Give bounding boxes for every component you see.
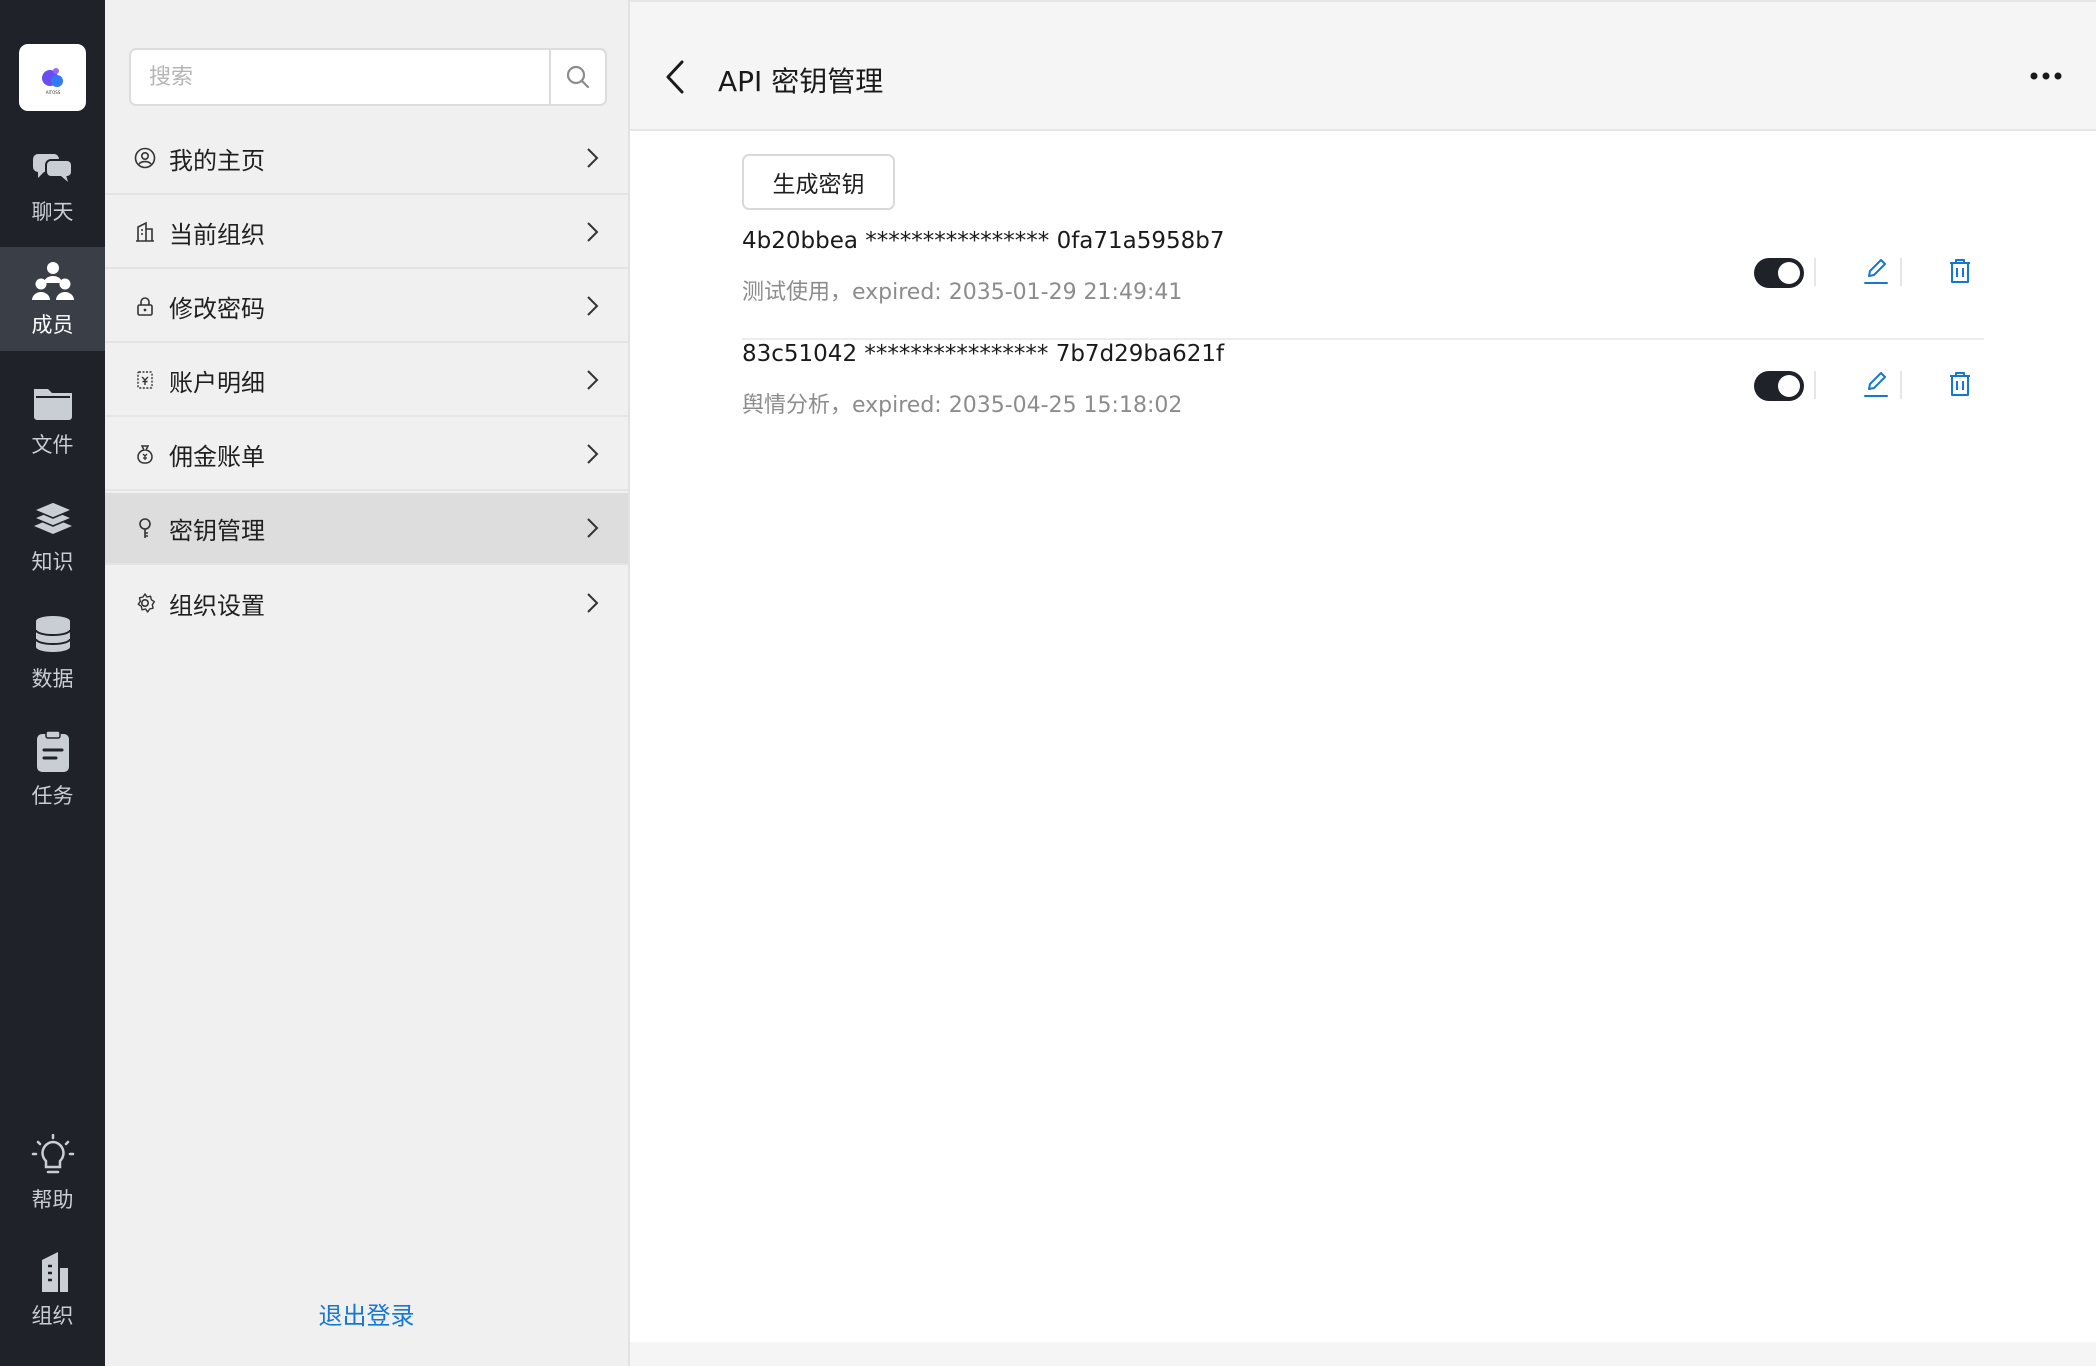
gear-icon — [133, 591, 157, 615]
lock-icon — [133, 294, 157, 318]
key-enabled-toggle[interactable] — [1754, 258, 1804, 288]
rail-item-help[interactable]: 帮助 — [0, 1122, 105, 1226]
api-key-row: 83c51042 **************** 7b7d29ba621f 舆… — [742, 341, 1984, 453]
members-icon — [31, 262, 74, 300]
rail-label-org: 组织 — [31, 1304, 74, 1328]
chevron-right-icon — [587, 222, 599, 242]
bottom-strip — [630, 1342, 2096, 1366]
menu-item-current-org[interactable]: 当前组织 — [105, 197, 628, 269]
task-icon — [36, 730, 69, 772]
toggle-knob — [1778, 375, 1800, 397]
divider — [1814, 371, 1816, 399]
money-bag-icon — [133, 442, 157, 466]
rail-item-chat[interactable]: 聊天 — [0, 134, 105, 238]
chat-icon — [32, 154, 73, 182]
divider — [1900, 258, 1902, 286]
chevron-right-icon — [587, 296, 599, 316]
menu-item-account-details[interactable]: 账户明细 — [105, 345, 628, 417]
rail-label-chat: 聊天 — [31, 200, 74, 224]
database-icon — [34, 616, 71, 652]
account-detail-icon — [133, 368, 157, 392]
generate-key-button[interactable]: 生成密钥 — [742, 154, 895, 210]
delete-icon — [1950, 372, 1970, 396]
logo-icon: AITOSS — [41, 67, 63, 95]
edit-icon — [1864, 372, 1888, 397]
page-header: API 密钥管理 — [630, 0, 2096, 131]
api-key-value: 4b20bbea **************** 0fa71a5958b7 — [742, 228, 1225, 254]
rail-label-knowledge: 知识 — [31, 550, 74, 574]
rail-label-data: 数据 — [31, 667, 74, 691]
folder-icon — [33, 389, 72, 420]
lightbulb-icon — [31, 1134, 74, 1174]
search-box — [129, 48, 607, 106]
rail-label-files: 文件 — [31, 433, 74, 457]
icon-rail: AITOSS 聊天 成员 文件 知识 数据 任务 帮助 组织 — [0, 0, 105, 1366]
rail-label-members: 成员 — [31, 313, 74, 337]
main-content: API 密钥管理 生成密钥 4b20bbea **************** … — [630, 0, 2096, 1366]
edit-icon — [1864, 259, 1888, 284]
settings-menu: 我的主页 当前组织 修改密码 账户明细 — [105, 0, 630, 1366]
delete-icon — [1950, 259, 1970, 283]
rail-item-data[interactable]: 数据 — [0, 601, 105, 705]
menu-item-label: 账户明细 — [169, 368, 265, 397]
key-enabled-toggle[interactable] — [1754, 371, 1804, 401]
delete-key-button[interactable] — [1943, 367, 1977, 401]
user-circle-icon — [133, 146, 157, 170]
delete-key-button[interactable] — [1943, 254, 1977, 288]
building-icon — [41, 1252, 68, 1292]
menu-item-key-management[interactable]: 密钥管理 — [105, 493, 628, 565]
building-outline-icon — [133, 220, 157, 244]
menu-item-label: 密钥管理 — [169, 516, 265, 545]
app-logo[interactable]: AITOSS — [19, 44, 86, 111]
menu-item-label: 当前组织 — [169, 220, 265, 249]
page-title: API 密钥管理 — [718, 65, 884, 98]
menu-item-org-settings[interactable]: 组织设置 — [105, 567, 628, 639]
rail-item-members[interactable]: 成员 — [0, 247, 105, 351]
rail-item-files[interactable]: 文件 — [0, 367, 105, 471]
chevron-right-icon — [587, 148, 599, 168]
toggle-knob — [1778, 262, 1800, 284]
api-key-description: 测试使用，expired: 2035-01-29 21:49:41 — [742, 280, 1183, 305]
rail-label-tasks: 任务 — [31, 784, 74, 808]
rail-item-tasks[interactable]: 任务 — [0, 718, 105, 822]
menu-item-label: 组织设置 — [169, 591, 265, 620]
chevron-right-icon — [587, 370, 599, 390]
chevron-right-icon — [587, 444, 599, 464]
menu-item-label: 修改密码 — [169, 294, 265, 323]
search-icon — [566, 65, 590, 89]
menu-item-change-password[interactable]: 修改密码 — [105, 271, 628, 343]
menu-item-my-homepage[interactable]: 我的主页 — [105, 123, 628, 195]
books-icon — [31, 501, 74, 534]
edit-key-button[interactable] — [1859, 254, 1893, 288]
menu-item-label: 我的主页 — [169, 146, 265, 175]
key-icon — [133, 516, 157, 540]
logo-text: AITOSS — [45, 90, 60, 95]
menu-list: 我的主页 当前组织 修改密码 账户明细 佣金账单 密钥管理 组织设置 — [105, 123, 628, 641]
divider — [1900, 371, 1902, 399]
more-options-icon[interactable] — [2026, 66, 2066, 86]
rail-label-help: 帮助 — [31, 1188, 74, 1212]
divider — [1814, 258, 1816, 286]
rail-item-knowledge[interactable]: 知识 — [0, 484, 105, 588]
logout-link[interactable]: 退出登录 — [105, 1296, 628, 1331]
back-arrow-icon[interactable] — [660, 58, 690, 96]
search-input[interactable] — [131, 50, 549, 104]
search-button[interactable] — [549, 50, 605, 104]
api-key-description: 舆情分析，expired: 2035-04-25 15:18:02 — [742, 393, 1183, 418]
api-key-row: 4b20bbea **************** 0fa71a5958b7 测… — [742, 228, 1984, 340]
menu-item-commission-bill[interactable]: 佣金账单 — [105, 419, 628, 491]
chevron-right-icon — [587, 518, 599, 538]
api-key-value: 83c51042 **************** 7b7d29ba621f — [742, 341, 1225, 367]
edit-key-button[interactable] — [1859, 367, 1893, 401]
rail-item-org[interactable]: 组织 — [0, 1238, 105, 1342]
chevron-right-icon — [587, 593, 599, 613]
menu-item-label: 佣金账单 — [169, 442, 265, 471]
